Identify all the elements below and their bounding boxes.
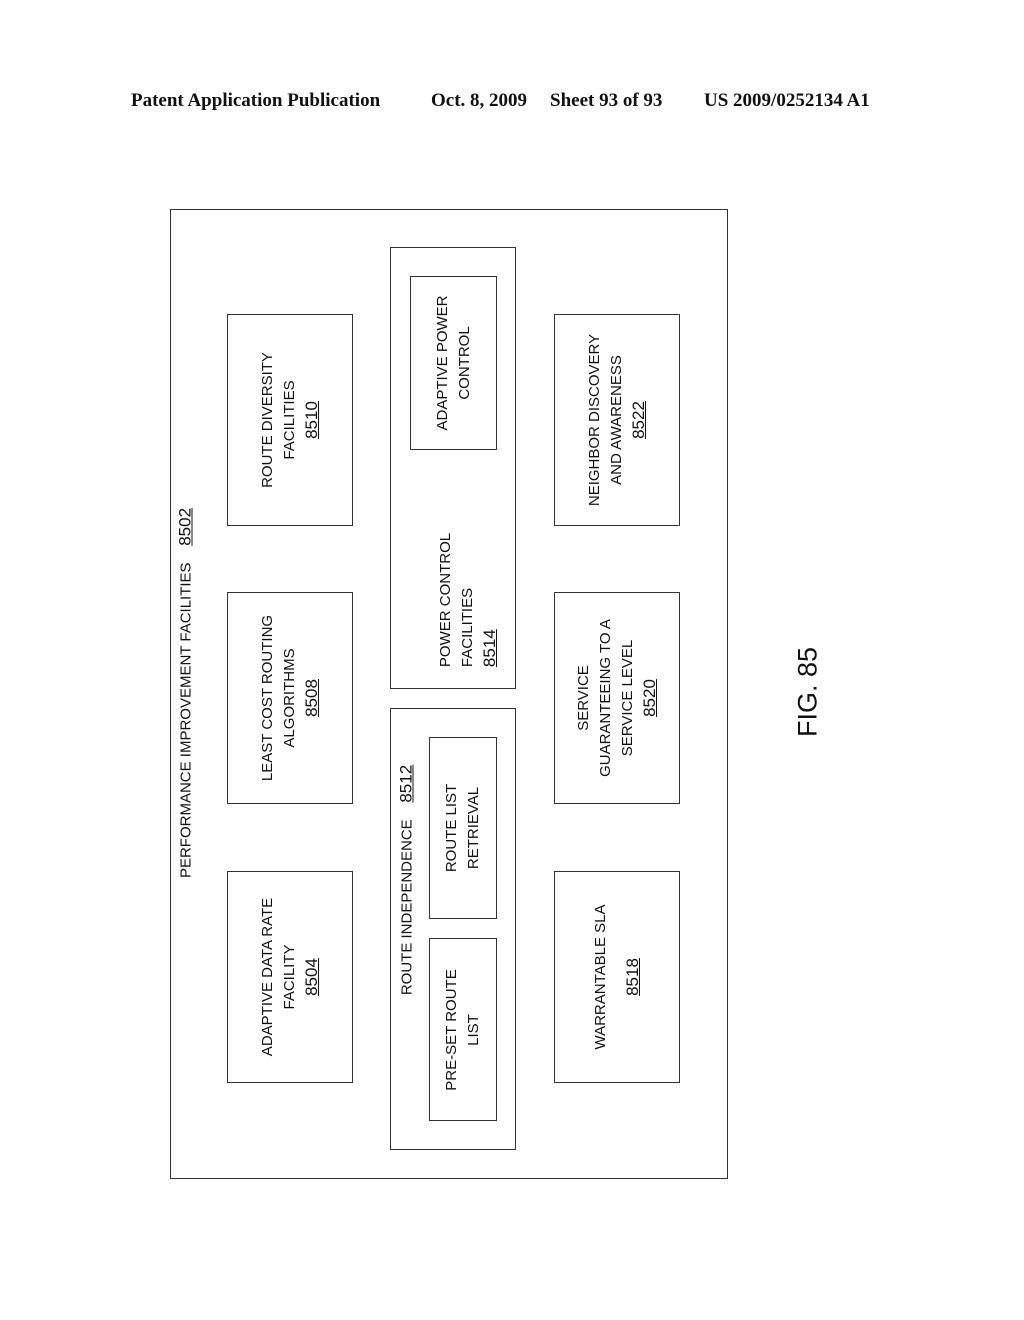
adaptive-data-rate-ref: 8504 — [302, 958, 321, 996]
preset-route-list-box: PRE-SET ROUTE LIST — [429, 938, 497, 1121]
publication-date: Oct. 8, 2009 — [431, 90, 528, 111]
sheet-number: Sheet 93 of 93 — [550, 90, 663, 111]
preset-route-list-line1: PRE-SET ROUTE — [443, 968, 460, 1091]
least-cost-line1: LEAST COST ROUTING — [259, 614, 276, 782]
route-diversity-ref: 8510 — [302, 401, 321, 439]
neighbor-discovery-line2: AND AWARENESS — [608, 355, 625, 485]
route-diversity-line2: FACILITIES — [281, 380, 298, 460]
service-guarantee-ref: 8520 — [640, 679, 659, 717]
neighbor-discovery-ref: 8522 — [629, 401, 648, 439]
power-control-ref: 8514 — [480, 629, 499, 668]
route-list-retrieval-box: ROUTE LIST RETRIEVAL — [429, 737, 497, 919]
power-control-label: POWER CONTROL FACILITIES 8514 — [435, 533, 501, 667]
neighbor-discovery-line1: NEIGHBOR DISCOVERY — [586, 333, 603, 507]
least-cost-line2: ALGORITHMS — [281, 648, 298, 748]
outer-title: PERFORMANCE IMPROVEMENT FACILITIES 8502 — [175, 508, 198, 878]
adaptive-data-rate-line2: FACILITY — [281, 944, 298, 1010]
least-cost-routing-box: LEAST COST ROUTING ALGORITHMS 8508 — [227, 592, 353, 804]
adaptive-data-rate-line1: ADAPTIVE DATA RATE — [259, 897, 276, 1057]
warrantable-sla-ref: 8518 — [623, 958, 642, 996]
adaptive-power-control-box: ADAPTIVE POWER CONTROL — [410, 276, 497, 450]
publication-label: Patent Application Publication — [131, 90, 381, 111]
power-control-line1: POWER CONTROL — [437, 532, 454, 668]
route-independence-ref: 8512 — [396, 764, 416, 803]
service-guarantee-line1: SERVICE — [575, 665, 592, 731]
warrantable-sla-box: WARRANTABLE SLA 8518 — [554, 871, 680, 1083]
route-list-retrieval-line1: ROUTE LIST — [443, 783, 460, 873]
route-diversity-line1: ROUTE DIVERSITY — [259, 352, 276, 488]
figure-label: FIG. 85 — [792, 646, 823, 738]
least-cost-ref: 8508 — [302, 679, 321, 717]
service-guarantee-line2: GUARANTEEING TO A — [597, 619, 614, 777]
power-control-line2: FACILITIES — [459, 587, 476, 668]
route-diversity-box: ROUTE DIVERSITY FACILITIES 8510 — [227, 314, 353, 526]
adaptive-power-line2: CONTROL — [455, 326, 473, 400]
neighbor-discovery-box: NEIGHBOR DISCOVERY AND AWARENESS 8522 — [554, 314, 680, 526]
adaptive-data-rate-box: ADAPTIVE DATA RATE FACILITY 8504 — [227, 871, 353, 1083]
route-list-retrieval-line2: RETRIEVAL — [465, 786, 482, 870]
service-guarantee-box: SERVICE GUARANTEEING TO A SERVICE LEVEL … — [554, 592, 680, 804]
preset-route-list-line2: LIST — [465, 1013, 482, 1046]
route-independence-title: ROUTE INDEPENDENCE — [398, 819, 416, 996]
outer-title-text: PERFORMANCE IMPROVEMENT FACILITIES — [177, 562, 195, 879]
route-independence-label: ROUTE INDEPENDENCE 8512 — [396, 765, 419, 995]
patent-number: US 2009/0252134 A1 — [704, 90, 870, 111]
warrantable-sla-line1: WARRANTABLE SLA — [592, 904, 609, 1050]
adaptive-power-line1: ADAPTIVE POWER — [433, 295, 451, 431]
outer-ref: 8502 — [175, 507, 195, 546]
service-guarantee-line3: SERVICE LEVEL — [619, 639, 636, 757]
